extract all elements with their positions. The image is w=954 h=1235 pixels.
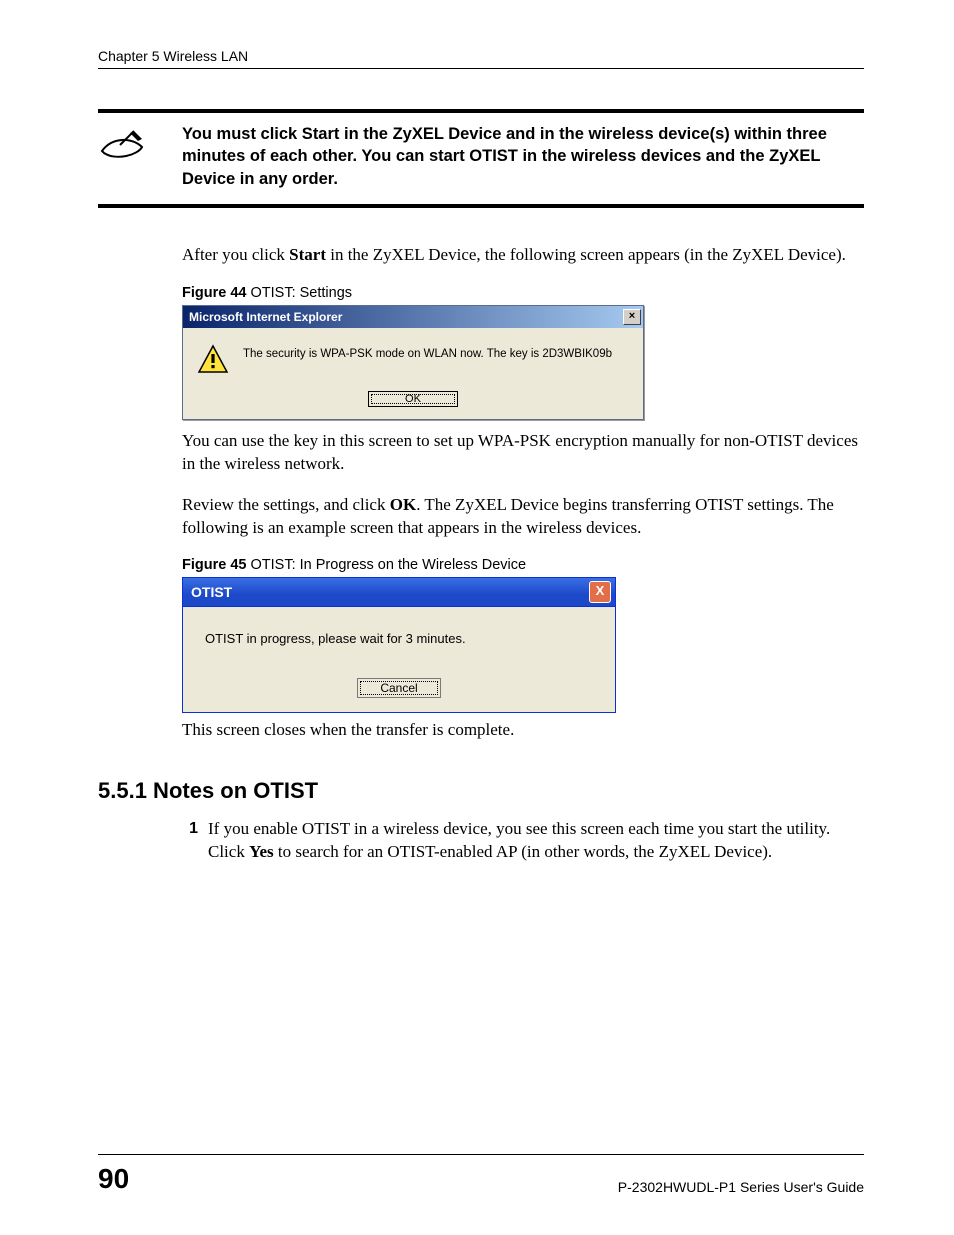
text: in the ZyXEL Device, the following scree… <box>326 245 846 264</box>
list-number: 1 <box>182 818 198 864</box>
section-number: 5.5.1 <box>98 778 147 803</box>
section-heading-notes-on-otist: 5.5.1 Notes on OTIST <box>98 778 864 804</box>
text: Review the settings, and click <box>182 495 390 514</box>
paragraph-use-key: You can use the key in this screen to se… <box>182 430 864 476</box>
guide-title: P-2302HWUDL-P1 Series User's Guide <box>618 1179 864 1195</box>
list-item: 1 If you enable OTIST in a wireless devi… <box>182 818 864 864</box>
text-bold: OK <box>390 495 416 514</box>
ie-title: Microsoft Internet Explorer <box>189 310 342 324</box>
otist-title: OTIST <box>191 584 232 600</box>
close-icon[interactable]: × <box>623 309 641 325</box>
text: After you click <box>182 245 289 264</box>
ie-titlebar: Microsoft Internet Explorer × <box>183 306 643 328</box>
warning-icon <box>197 344 229 381</box>
list-text: If you enable OTIST in a wireless device… <box>208 818 864 864</box>
text-bold: Start <box>289 245 326 264</box>
figure-label: Figure 44 <box>182 285 246 301</box>
otist-dialog-message: OTIST in progress, please wait for 3 min… <box>183 607 615 658</box>
paragraph-review-settings: Review the settings, and click OK. The Z… <box>182 494 864 540</box>
note-block: You must click Start in the ZyXEL Device… <box>98 109 864 208</box>
figure-45-caption: Figure 45 OTIST: In Progress on the Wire… <box>182 557 864 573</box>
otist-dialog: OTIST X OTIST in progress, please wait f… <box>182 577 616 713</box>
close-icon[interactable]: X <box>589 581 611 603</box>
ordered-list: 1 If you enable OTIST in a wireless devi… <box>182 818 864 864</box>
page-number: 90 <box>98 1163 129 1195</box>
note-text: You must click Start in the ZyXEL Device… <box>182 123 864 190</box>
note-icon <box>98 123 182 190</box>
paragraph-transfer-complete: This screen closes when the transfer is … <box>182 719 864 742</box>
page-footer: 90 P-2302HWUDL-P1 Series User's Guide <box>98 1154 864 1195</box>
figure-label: Figure 45 <box>182 557 246 573</box>
running-header: Chapter 5 Wireless LAN <box>98 48 864 69</box>
otist-titlebar: OTIST X <box>183 578 615 607</box>
cancel-button[interactable]: Cancel <box>357 678 440 698</box>
figure-title: OTIST: Settings <box>246 285 352 301</box>
ie-dialog-message: The security is WPA-PSK mode on WLAN now… <box>243 344 612 360</box>
figure-title: OTIST: In Progress on the Wireless Devic… <box>246 557 526 573</box>
ok-button[interactable]: OK <box>368 391 458 407</box>
document-page: Chapter 5 Wireless LAN You must click St… <box>0 0 954 1235</box>
ie-dialog: Microsoft Internet Explorer × The securi… <box>182 305 644 420</box>
text-bold: Yes <box>249 842 274 861</box>
paragraph-after-start: After you click Start in the ZyXEL Devic… <box>182 244 864 267</box>
text: to search for an OTIST-enabled AP (in ot… <box>274 842 773 861</box>
section-title: Notes on OTIST <box>147 778 318 803</box>
figure-44-caption: Figure 44 OTIST: Settings <box>182 285 864 301</box>
